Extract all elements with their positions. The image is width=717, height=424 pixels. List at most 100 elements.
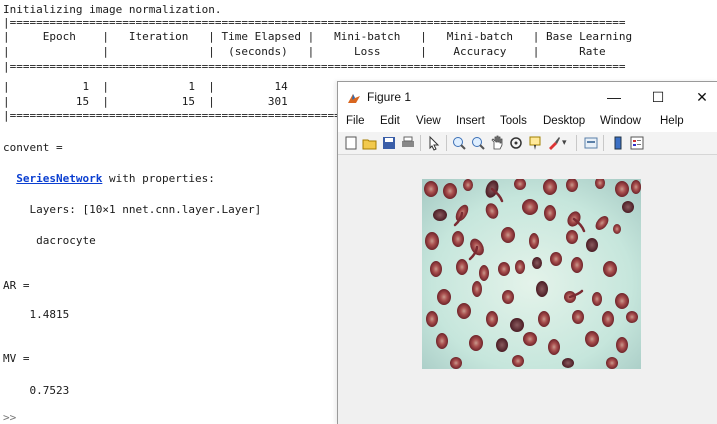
red-blood-cell	[436, 333, 448, 349]
console-line: 0.7523	[3, 384, 70, 397]
console-line: dacrocyte	[3, 234, 96, 247]
menu-view[interactable]: View	[416, 115, 441, 127]
red-blood-cell	[496, 338, 508, 352]
console-line: | | | (seconds) | Loss | Accuracy | Rate	[3, 45, 606, 58]
console-line: Initializing image normalization.	[3, 3, 222, 16]
red-blood-cell	[463, 179, 473, 191]
red-blood-cell	[469, 335, 483, 351]
red-blood-cell	[602, 311, 614, 327]
toolbar-separator	[420, 135, 421, 151]
legend-icon[interactable]	[629, 135, 645, 151]
open-file-icon[interactable]	[362, 135, 378, 151]
menu-file[interactable]: File	[346, 115, 365, 127]
red-blood-cell	[543, 179, 557, 195]
red-blood-cell	[457, 303, 471, 319]
red-blood-cell	[536, 281, 548, 297]
menu-desktop[interactable]: Desktop	[543, 115, 585, 127]
red-blood-cell	[606, 357, 618, 369]
red-blood-cell	[430, 261, 442, 277]
red-blood-cell	[452, 231, 464, 247]
zoom-out-icon[interactable]	[470, 135, 486, 151]
red-blood-cell	[437, 289, 451, 305]
console-line: MV =	[3, 352, 30, 365]
red-blood-cell	[529, 233, 539, 249]
close-button[interactable]: ✕	[688, 85, 716, 109]
red-blood-cell	[544, 205, 556, 221]
red-blood-cell	[443, 183, 457, 199]
series-network-link[interactable]: SeriesNetwork	[16, 172, 102, 185]
blood-smear-image	[422, 179, 641, 369]
red-blood-cell	[586, 238, 598, 252]
red-blood-cell	[548, 339, 560, 355]
console-line: AR =	[3, 279, 30, 292]
figure-menubar: File Edit View Insert Tools Desktop Wind…	[338, 112, 717, 132]
zoom-in-icon[interactable]	[451, 135, 467, 151]
menu-tools[interactable]: Tools	[500, 115, 527, 127]
menu-help[interactable]: Help	[660, 115, 684, 127]
data-cursor-icon[interactable]	[527, 135, 543, 151]
toolbar-separator	[446, 135, 447, 151]
red-blood-cell	[486, 311, 498, 327]
figure-window[interactable]: Figure 1 — ☐ ✕ File Edit View Insert Too…	[337, 81, 717, 424]
rotate-3d-icon[interactable]	[508, 135, 524, 151]
colorbar-icon[interactable]	[610, 135, 626, 151]
red-blood-cell	[626, 311, 638, 323]
red-blood-cell	[603, 261, 617, 277]
toolbar-separator	[576, 135, 577, 151]
matlab-icon	[348, 94, 360, 103]
console-line: |=======================================…	[3, 16, 626, 29]
menu-window[interactable]: Window	[600, 115, 641, 127]
pan-icon[interactable]	[489, 135, 505, 151]
figure-titlebar[interactable]: Figure 1 — ☐ ✕	[338, 82, 717, 112]
brush-icon[interactable]	[546, 135, 562, 151]
menu-edit[interactable]: Edit	[380, 115, 400, 127]
red-blood-cell	[512, 355, 524, 367]
console-line: | Epoch | Iteration | Time Elapsed | Min…	[3, 30, 633, 43]
red-blood-cell	[515, 260, 525, 274]
command-prompt[interactable]: >>	[3, 411, 16, 424]
console-line: | 15 | 15 | 301	[3, 95, 288, 108]
console-line: convent =	[3, 141, 63, 154]
menu-insert[interactable]: Insert	[456, 115, 485, 127]
red-blood-cell	[501, 227, 515, 243]
console-line: |=======================================…	[3, 60, 626, 73]
red-blood-cell	[522, 199, 538, 215]
print-icon[interactable]	[400, 135, 416, 151]
red-blood-cell	[572, 310, 584, 324]
series-network-line: SeriesNetwork with properties:	[3, 172, 215, 185]
red-blood-cell	[550, 252, 562, 266]
new-figure-icon[interactable]	[343, 135, 359, 151]
red-blood-cell	[585, 331, 599, 347]
console-line: | 1 | 1 | 14	[3, 80, 288, 93]
red-blood-cell	[510, 318, 524, 332]
minimize-button[interactable]: —	[600, 85, 628, 109]
save-icon[interactable]	[381, 135, 397, 151]
red-blood-cell	[502, 290, 514, 304]
pointer-icon[interactable]	[426, 135, 442, 151]
red-blood-cell	[592, 292, 602, 306]
maximize-button[interactable]: ☐	[644, 85, 672, 109]
red-blood-cell	[424, 181, 438, 197]
red-blood-cell	[498, 262, 510, 276]
figure-title: Figure 1	[367, 90, 412, 104]
red-blood-cell	[566, 230, 578, 244]
red-blood-cell	[613, 224, 621, 234]
red-blood-cell	[538, 311, 550, 327]
red-blood-cell	[571, 257, 583, 273]
red-blood-cell	[433, 209, 447, 221]
red-blood-cell	[523, 332, 537, 346]
figure-toolbar: ▾	[338, 132, 717, 155]
toolbar-separator	[603, 135, 604, 151]
red-blood-cell	[532, 257, 542, 269]
red-blood-cell	[615, 181, 629, 197]
console-line: Layers: [10×1 nnet.cnn.layer.Layer]	[3, 203, 262, 216]
red-blood-cell	[616, 337, 628, 353]
red-blood-cell	[425, 232, 439, 250]
red-blood-cell	[622, 201, 634, 213]
red-blood-cell	[631, 180, 641, 194]
link-icon[interactable]	[583, 135, 599, 151]
figure-canvas[interactable]	[338, 155, 717, 424]
series-network-suffix: with properties:	[102, 172, 215, 185]
red-blood-cell	[472, 281, 482, 297]
red-blood-cell	[456, 259, 468, 275]
